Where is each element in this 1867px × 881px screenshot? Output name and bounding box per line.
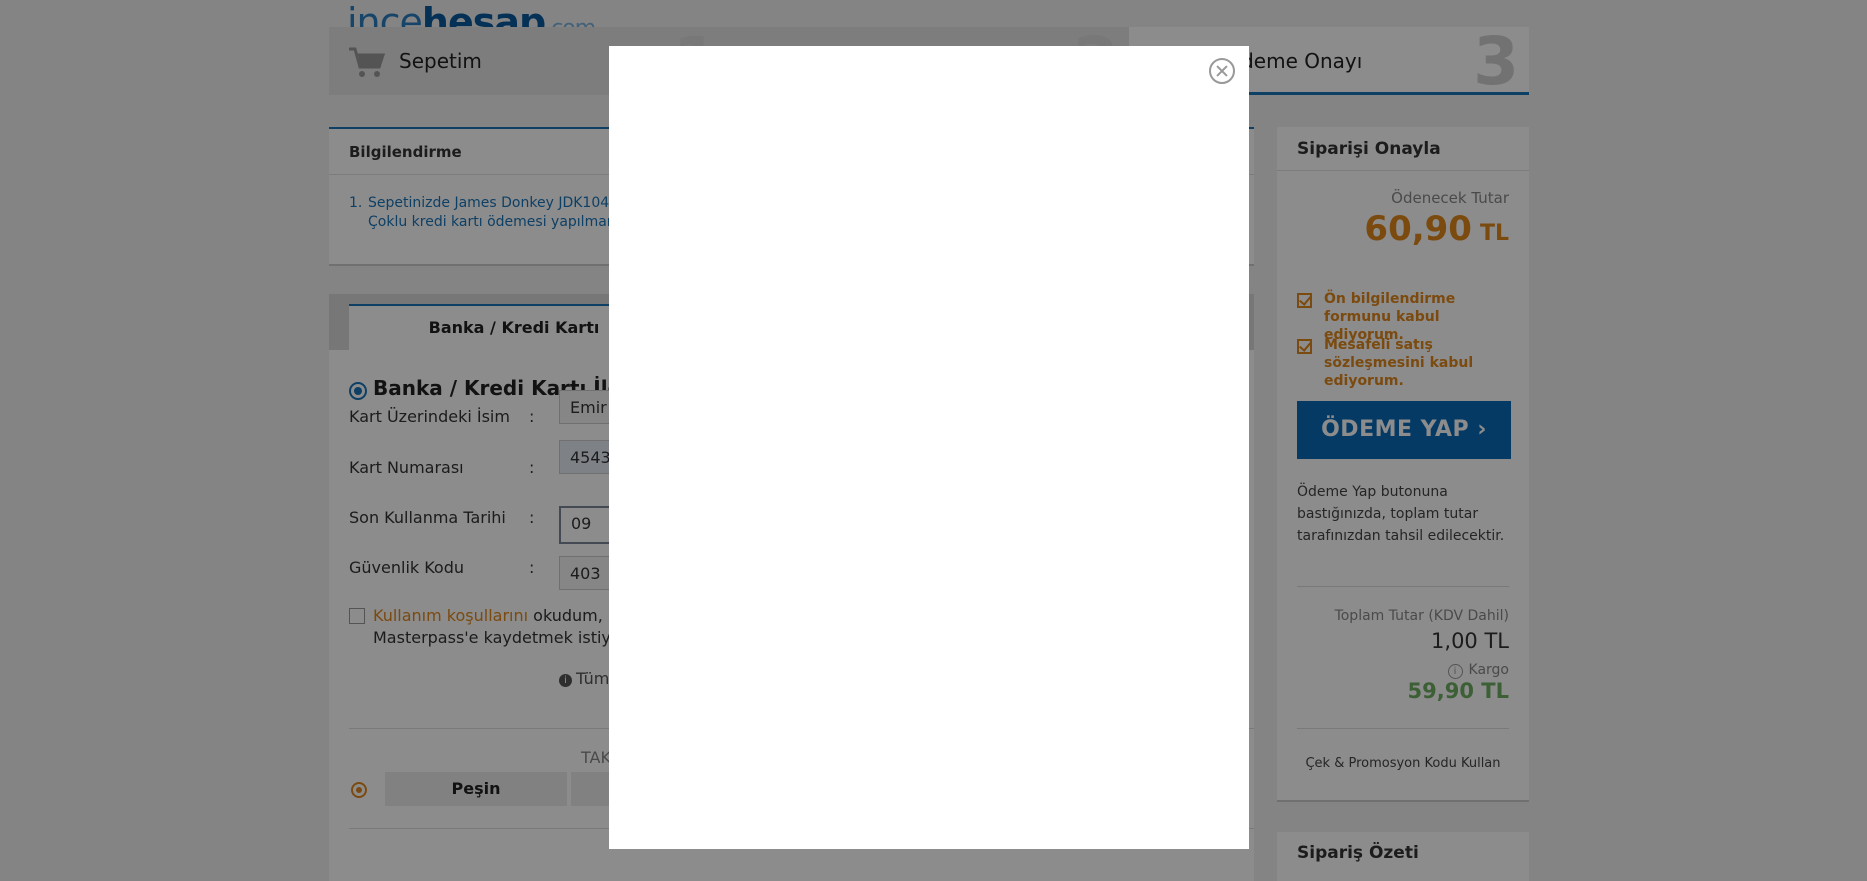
close-icon[interactable] bbox=[1209, 58, 1235, 84]
modal-dialog bbox=[609, 46, 1249, 849]
